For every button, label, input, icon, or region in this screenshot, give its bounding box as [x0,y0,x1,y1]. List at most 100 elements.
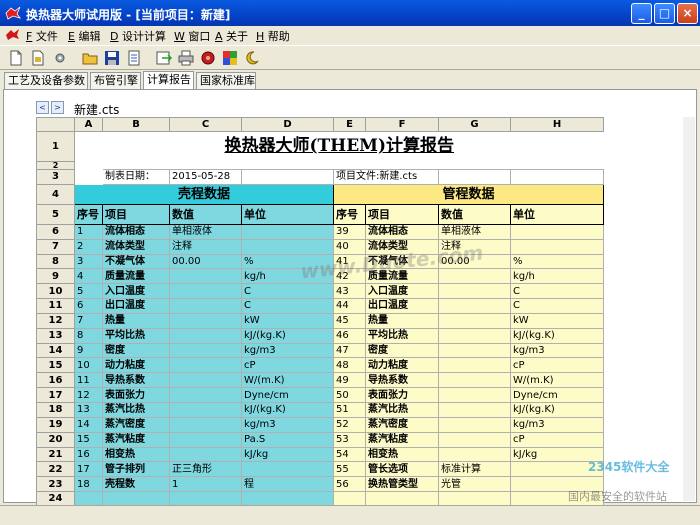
moon-icon[interactable] [244,50,260,66]
shell-unit-cell[interactable]: C [241,298,334,314]
row-header[interactable]: 13 [36,327,75,344]
settings-icon[interactable] [52,50,68,66]
tube-item-cell[interactable]: 出口温度 [365,298,439,314]
shell-item-cell[interactable]: 管子排列 [102,461,170,478]
corner-cell[interactable] [36,117,75,132]
shell-unit-cell[interactable]: cP [241,357,334,374]
row-header[interactable]: 23 [36,476,75,493]
tube-value-cell[interactable] [438,357,511,374]
shell-no-cell[interactable]: 16 [74,446,103,463]
close-button[interactable]: × [677,3,698,24]
shell-item-cell[interactable]: 质量流量 [102,268,170,285]
shell-unit-cell[interactable]: Pa.S [241,431,334,448]
tube-no-cell[interactable]: 55 [333,461,366,478]
col-value[interactable]: 数值 [438,203,511,225]
column-header[interactable]: C [169,117,242,132]
tube-item-cell[interactable]: 平均比热 [365,327,439,344]
row-header[interactable]: 16 [36,372,75,389]
shell-value-cell[interactable] [169,401,242,418]
shell-value-cell[interactable] [169,431,242,448]
tube-no-cell[interactable]: 46 [333,327,366,344]
menu-file[interactable]: F 文件 [26,28,58,44]
tab-national-standards[interactable]: 国家标准库 [196,72,256,89]
shell-unit-cell[interactable]: C [241,283,334,300]
shell-value-cell[interactable] [169,387,242,403]
tube-no-cell[interactable]: 51 [333,401,366,418]
col-item[interactable]: 项目 [102,203,170,225]
shell-no-cell[interactable]: 2 [74,238,103,255]
shell-item-cell[interactable]: 不凝气体 [102,253,170,270]
record-icon[interactable] [200,50,216,66]
row-header[interactable]: 12 [36,312,75,329]
shell-no-cell[interactable]: 5 [74,283,103,300]
tube-no-cell[interactable]: 39 [333,223,366,240]
shell-value-cell[interactable] [169,372,242,389]
shell-no-cell[interactable]: 15 [74,431,103,448]
row-header[interactable]: 11 [36,298,75,314]
shell-no-cell[interactable]: 12 [74,387,103,403]
shell-item-cell[interactable]: 热量 [102,312,170,329]
shell-value-cell[interactable] [169,268,242,285]
shell-value-cell[interactable] [169,357,242,374]
tube-no-cell[interactable]: 52 [333,416,366,433]
column-header[interactable]: D [241,117,334,132]
row-header[interactable]: 22 [36,461,75,478]
sheet-next-button[interactable]: > [51,101,64,114]
cell[interactable] [75,170,103,185]
shell-item-cell[interactable]: 流体类型 [102,238,170,255]
shell-item-cell[interactable]: 流体相态 [102,223,170,240]
tube-unit-cell[interactable]: cP [510,357,604,374]
shell-unit-cell[interactable]: W/(m.K) [241,372,334,389]
date-value[interactable]: 2015-05-28 [169,169,242,185]
row-header[interactable]: 20 [36,431,75,448]
tube-no-cell[interactable]: 54 [333,446,366,463]
tube-no-cell[interactable]: 47 [333,342,366,359]
tube-unit-cell[interactable]: C [510,298,604,314]
tube-item-cell[interactable]: 蒸汽粘度 [365,431,439,448]
tab-report[interactable]: 计算报告 [143,71,194,90]
tube-value-cell[interactable] [438,342,511,359]
tube-value-cell[interactable] [438,401,511,418]
shell-value-cell[interactable]: 单相液体 [169,223,242,240]
tube-value-cell[interactable] [438,416,511,433]
tube-unit-cell[interactable]: % [510,253,604,270]
tube-no-cell[interactable]: 48 [333,357,366,374]
row-header[interactable]: 2 [36,161,75,170]
shell-unit-cell[interactable]: kJ/kg [241,446,334,463]
shell-value-cell[interactable]: 注释 [169,238,242,255]
shell-unit-cell[interactable]: kg/m3 [241,342,334,359]
tube-item-cell[interactable]: 导热系数 [365,372,439,389]
file-label[interactable]: 项目文件:新建.cts [333,169,439,185]
row-header[interactable]: 7 [36,238,75,255]
tube-value-cell[interactable] [438,372,511,389]
tube-side-header[interactable]: 管程数据 [333,183,604,205]
document-icon[interactable] [126,50,142,66]
column-header[interactable]: E [333,117,366,132]
shell-unit-cell[interactable]: Dyne/cm [241,387,334,403]
row-header[interactable]: 19 [36,416,75,433]
tube-value-cell[interactable] [438,268,511,285]
tab-process-params[interactable]: 工艺及设备参数 [4,72,88,89]
tube-item-cell[interactable]: 蒸汽比热 [365,401,439,418]
row-header[interactable]: 5 [36,203,75,225]
shell-item-cell[interactable]: 相变热 [102,446,170,463]
tube-value-cell[interactable] [438,387,511,403]
shell-value-cell[interactable] [169,416,242,433]
tube-item-cell[interactable]: 动力粘度 [365,357,439,374]
shell-item-cell[interactable]: 蒸汽密度 [102,416,170,433]
tube-no-cell[interactable]: 50 [333,387,366,403]
shell-value-cell[interactable] [169,312,242,329]
maximize-button[interactable]: □ [654,3,675,24]
cell[interactable] [241,169,334,185]
shell-item-cell[interactable]: 平均比热 [102,327,170,344]
row-header[interactable]: 10 [36,283,75,300]
shell-value-cell[interactable] [169,283,242,300]
shell-value-cell[interactable] [169,298,242,314]
row-header[interactable]: 4 [36,183,75,205]
tab-tube-layout[interactable]: 布管引擎 [90,72,141,89]
tube-unit-cell[interactable]: C [510,283,604,300]
tube-item-cell[interactable]: 换热管类型 [365,476,439,493]
vertical-scrollbar[interactable] [683,117,695,501]
tube-unit-cell[interactable]: kJ/(kg.K) [510,401,604,418]
col-item[interactable]: 项目 [365,203,439,225]
